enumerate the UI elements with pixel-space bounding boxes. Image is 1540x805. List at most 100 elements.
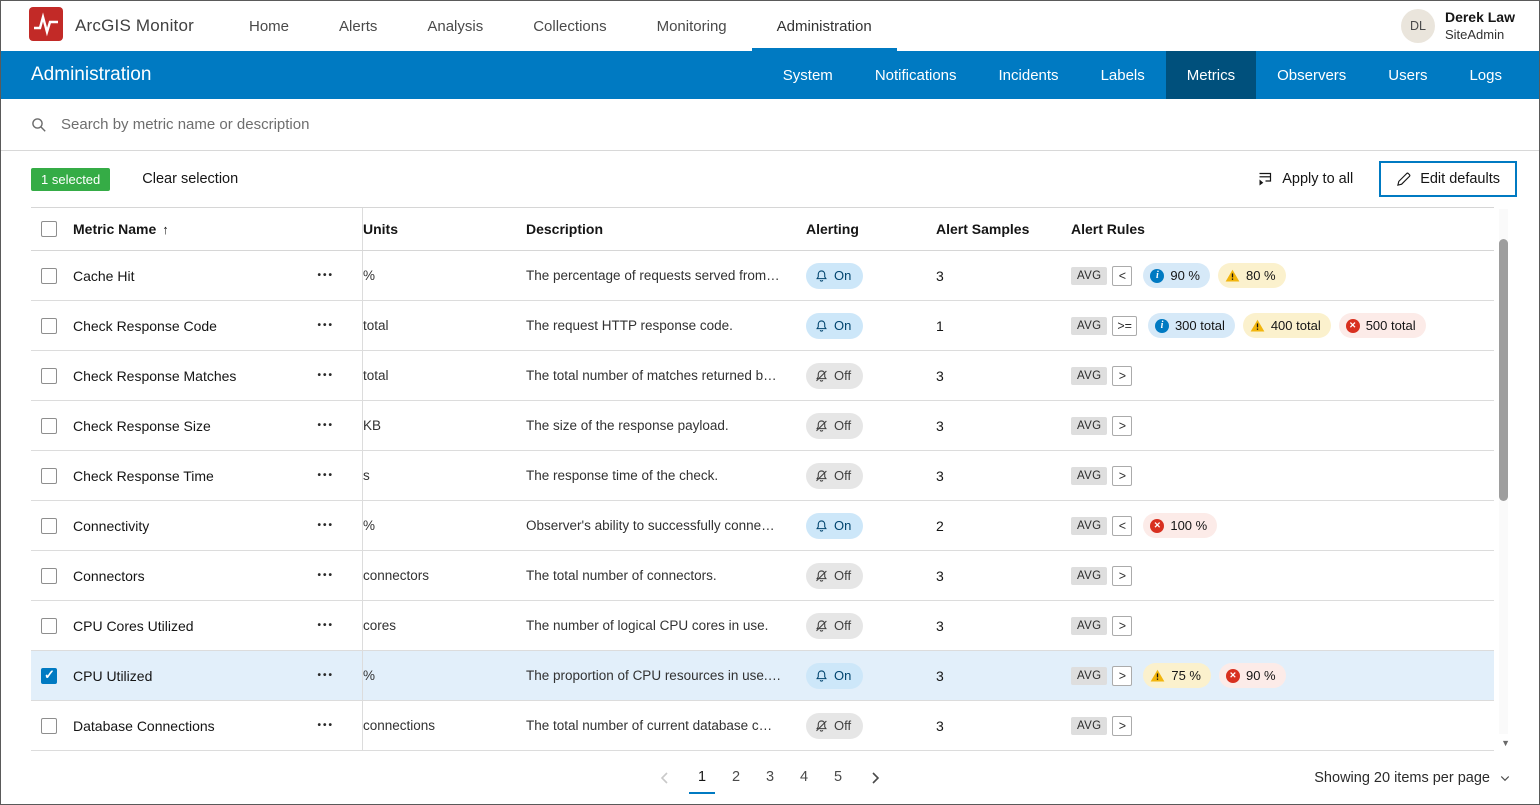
page-button-5[interactable]: 5 bbox=[825, 762, 851, 794]
nav-analysis[interactable]: Analysis bbox=[402, 1, 508, 51]
row-checkbox[interactable] bbox=[41, 417, 57, 434]
alerting-pill[interactable]: Off bbox=[806, 562, 864, 589]
col-units[interactable]: Units bbox=[363, 221, 526, 237]
aggregation-chip: AVG bbox=[1071, 616, 1108, 635]
metric-name: Check Response Code bbox=[73, 317, 217, 334]
alerting-pill[interactable]: Off bbox=[806, 362, 864, 389]
tab-incidents[interactable]: Incidents bbox=[978, 51, 1080, 99]
metric-name: CPU Utilized bbox=[73, 667, 153, 684]
row-actions-button[interactable]: ••• bbox=[315, 316, 336, 335]
nav-home[interactable]: Home bbox=[224, 1, 314, 51]
row-checkbox[interactable] bbox=[41, 467, 57, 484]
table-row[interactable]: Connectors ••• connectors The total numb… bbox=[31, 551, 1494, 601]
nav-administration[interactable]: Administration bbox=[752, 1, 897, 51]
alerting-label: On bbox=[834, 268, 852, 283]
row-checkbox[interactable] bbox=[41, 367, 57, 384]
search-input[interactable] bbox=[61, 116, 1509, 133]
select-all-checkbox[interactable] bbox=[41, 221, 57, 237]
error-icon: ✕ bbox=[1345, 318, 1360, 333]
alerting-pill[interactable]: Off bbox=[806, 712, 864, 739]
row-actions-button[interactable]: ••• bbox=[315, 716, 336, 735]
page-button-2[interactable]: 2 bbox=[723, 762, 749, 794]
tab-notifications[interactable]: Notifications bbox=[854, 51, 978, 99]
tab-logs[interactable]: Logs bbox=[1448, 51, 1523, 99]
apply-to-all-button[interactable]: Apply to all bbox=[1257, 171, 1353, 187]
table-row[interactable]: Check Response Time ••• s The response t… bbox=[31, 451, 1494, 501]
row-checkbox[interactable] bbox=[41, 717, 57, 734]
table-row[interactable]: Check Response Matches ••• total The tot… bbox=[31, 351, 1494, 401]
row-checkbox[interactable] bbox=[41, 567, 57, 584]
page-button-4[interactable]: 4 bbox=[791, 762, 817, 794]
nav-alerts[interactable]: Alerts bbox=[314, 1, 402, 51]
row-checkbox[interactable] bbox=[41, 517, 57, 534]
table-row[interactable]: Database Connections ••• connections The… bbox=[31, 701, 1494, 751]
brand[interactable]: ArcGIS Monitor bbox=[29, 6, 194, 46]
alerting-pill[interactable]: Off bbox=[806, 412, 864, 439]
table-row[interactable]: Check Response Code ••• total The reques… bbox=[31, 301, 1494, 351]
alerting-pill[interactable]: On bbox=[806, 512, 864, 539]
row-checkbox[interactable] bbox=[41, 667, 57, 684]
user-role: SiteAdmin bbox=[1444, 26, 1505, 42]
table-row[interactable]: Connectivity ••• % Observer's ability to… bbox=[31, 501, 1494, 551]
row-checkbox[interactable] bbox=[41, 267, 57, 284]
aggregation-chip: AVG bbox=[1071, 466, 1108, 485]
col-alerting[interactable]: Alerting bbox=[806, 221, 936, 237]
description-value: The percentage of requests served from… bbox=[526, 268, 780, 283]
row-checkbox[interactable] bbox=[41, 317, 57, 334]
row-actions-button[interactable]: ••• bbox=[315, 466, 336, 485]
samples-value: 3 bbox=[936, 367, 944, 384]
col-metric-name[interactable]: Metric Name bbox=[73, 221, 156, 237]
scrollbar-thumb[interactable] bbox=[1499, 239, 1508, 501]
row-actions-button[interactable]: ••• bbox=[315, 416, 336, 435]
row-actions-button[interactable]: ••• bbox=[315, 666, 336, 685]
col-alert-samples[interactable]: Alert Samples bbox=[936, 221, 1071, 237]
row-actions-button[interactable]: ••• bbox=[315, 616, 336, 635]
description-value: The total number of connectors. bbox=[526, 568, 717, 583]
row-actions-button[interactable]: ••• bbox=[315, 366, 336, 385]
scroll-down-arrow[interactable]: ▼ bbox=[1501, 738, 1510, 748]
col-alert-rules[interactable]: Alert Rules bbox=[1071, 221, 1494, 237]
warning-icon bbox=[1150, 669, 1165, 682]
warning-threshold-chip: 75 % bbox=[1143, 663, 1211, 688]
metric-name: Connectors bbox=[73, 567, 145, 584]
sort-ascending-icon[interactable]: ↑ bbox=[162, 222, 169, 237]
alerting-pill[interactable]: Off bbox=[806, 612, 864, 639]
table-row[interactable]: Cache Hit ••• % The percentage of reques… bbox=[31, 251, 1494, 301]
alerting-pill[interactable]: Off bbox=[806, 462, 864, 489]
page-button-3[interactable]: 3 bbox=[757, 762, 783, 794]
row-actions-button[interactable]: ••• bbox=[315, 516, 336, 535]
page-button-1[interactable]: 1 bbox=[689, 762, 715, 794]
clear-selection-button[interactable]: Clear selection bbox=[142, 171, 238, 187]
vertical-scrollbar[interactable] bbox=[1499, 209, 1508, 734]
thresholds: 75 % ✕ 90 % bbox=[1143, 663, 1286, 688]
operator-chip: >= bbox=[1112, 315, 1137, 336]
tab-metrics[interactable]: Metrics bbox=[1165, 51, 1257, 99]
tab-labels[interactable]: Labels bbox=[1080, 51, 1166, 99]
col-description[interactable]: Description bbox=[526, 221, 806, 237]
samples-value: 3 bbox=[936, 467, 944, 484]
table-row[interactable]: CPU Utilized ••• % The proportion of CPU… bbox=[31, 651, 1494, 701]
page-title: Administration bbox=[31, 64, 152, 85]
row-checkbox[interactable] bbox=[41, 617, 57, 634]
user-name: Derek Law bbox=[1444, 9, 1515, 26]
next-page-button[interactable] bbox=[867, 770, 883, 786]
prev-page-button[interactable] bbox=[657, 770, 673, 786]
units-value: total bbox=[363, 318, 389, 333]
alerting-pill[interactable]: On bbox=[806, 662, 864, 689]
items-per-page-dropdown[interactable]: Showing 20 items per page bbox=[1314, 770, 1511, 786]
tab-observers[interactable]: Observers bbox=[1256, 51, 1367, 99]
alerting-pill[interactable]: On bbox=[806, 262, 864, 289]
bell-off-icon bbox=[815, 619, 828, 633]
user-menu[interactable]: DL Derek Law SiteAdmin bbox=[1400, 8, 1515, 43]
table-row[interactable]: Check Response Size ••• KB The size of t… bbox=[31, 401, 1494, 451]
row-actions-button[interactable]: ••• bbox=[315, 266, 336, 285]
nav-monitoring[interactable]: Monitoring bbox=[632, 1, 752, 51]
info-threshold-chip: i 90 % bbox=[1143, 263, 1210, 288]
alerting-pill[interactable]: On bbox=[806, 312, 864, 339]
nav-collections[interactable]: Collections bbox=[508, 1, 631, 51]
table-row[interactable]: CPU Cores Utilized ••• cores The number … bbox=[31, 601, 1494, 651]
edit-defaults-button[interactable]: Edit defaults bbox=[1379, 161, 1517, 197]
row-actions-button[interactable]: ••• bbox=[315, 566, 336, 585]
tab-users[interactable]: Users bbox=[1367, 51, 1448, 99]
tab-system[interactable]: System bbox=[762, 51, 854, 99]
